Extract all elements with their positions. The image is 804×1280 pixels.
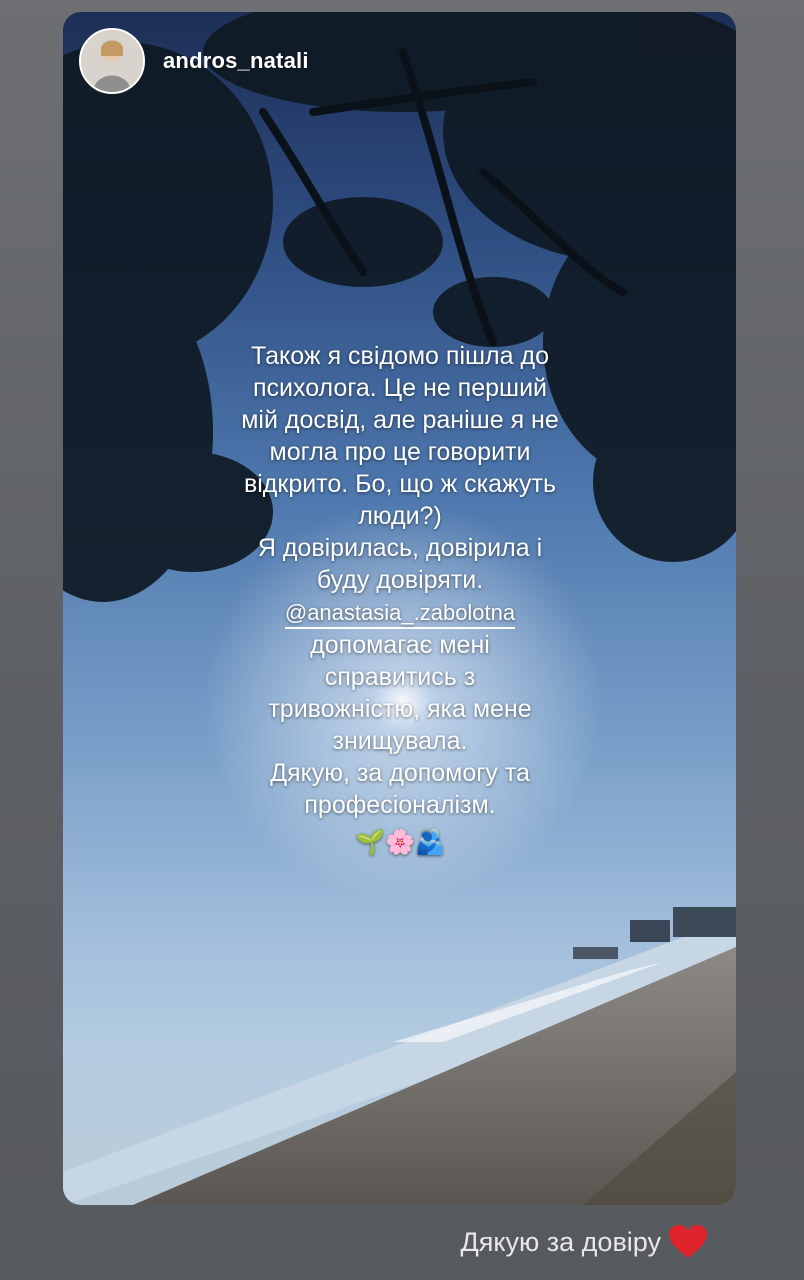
story-card[interactable]: andros_natali Також я свідомо пішла до п… [63, 12, 736, 1205]
caption-line: справитись з [324, 663, 476, 691]
caption-line: буду довіряти. [316, 566, 484, 594]
caption-line: професіоналізм. [304, 791, 496, 819]
story-caption: Також я свідомо пішла до психолога. Це н… [183, 340, 617, 859]
caption-line: тривожністю, яка мене [268, 695, 532, 723]
mention-link[interactable]: @anastasia_.zabolotna [284, 599, 516, 629]
red-heart-icon [669, 1225, 707, 1258]
caption-line: допомагає мені [310, 631, 490, 659]
caption-line: відкрито. Бо, що ж скажуть [243, 470, 557, 498]
caption-line: знищувала. [332, 727, 468, 755]
caption-line: психолога. Це не перший [252, 374, 548, 402]
caption-line: люди?) [358, 502, 442, 530]
caption-line: мій досвід, але раніше я не [241, 406, 559, 434]
avatar-image-icon [81, 30, 143, 92]
reply-text: Дякую за довіру [460, 1226, 662, 1257]
user-avatar[interactable] [79, 28, 145, 94]
caption-line: могла про це говорити [269, 438, 531, 466]
username[interactable]: andros_natali [163, 48, 309, 74]
caption-line: Дякую, за допомогу та [270, 759, 530, 787]
emoji-row: 🌱🌸🫂 [355, 829, 445, 856]
caption-line: Також я свідомо пішла до [251, 342, 549, 370]
reply-message: Дякую за довіру [460, 1225, 707, 1259]
caption-line: Я довірилась, довірила і [257, 534, 543, 562]
story-header: andros_natali [79, 28, 309, 94]
